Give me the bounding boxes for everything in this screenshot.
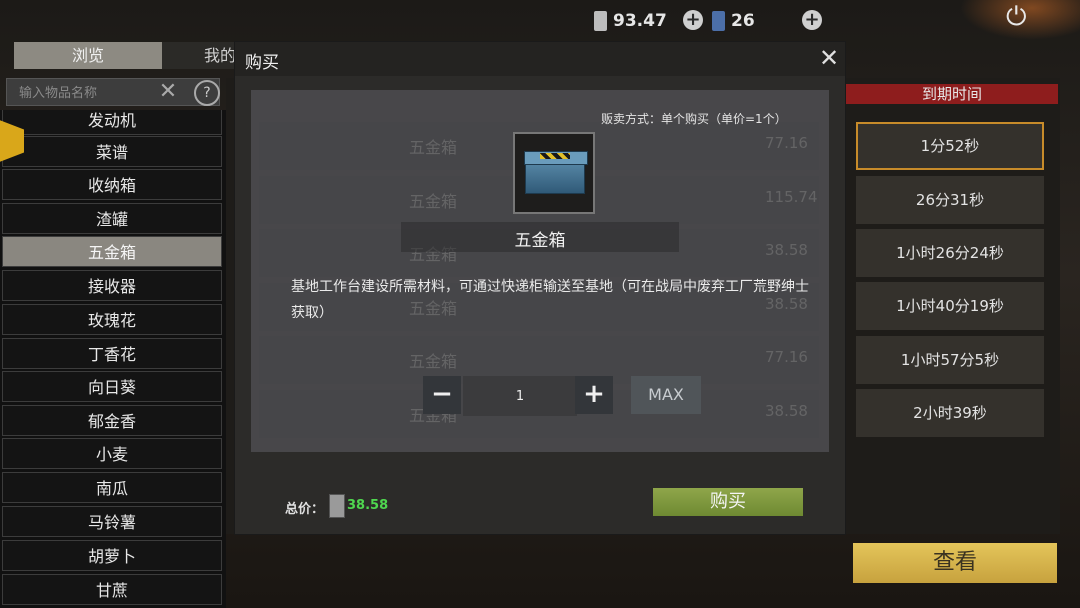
currency-1-value: 93.47: [613, 11, 667, 31]
quantity-input[interactable]: [463, 376, 577, 416]
tab-mine[interactable]: 我的: [162, 42, 242, 69]
category-item[interactable]: 丁香花: [2, 338, 222, 369]
category-item[interactable]: 马铃薯: [2, 506, 222, 537]
tab-browse[interactable]: 浏览: [14, 42, 162, 69]
column-header-expire: 到期时间: [846, 84, 1058, 104]
expire-cell[interactable]: 1小时57分5秒: [856, 336, 1044, 384]
purchase-dialog: 购买 ✕ 五金箱 77.16 五金箱 115.74 五金箱 38.58 五金箱 …: [235, 42, 845, 534]
category-item-selected[interactable]: 五金箱: [2, 236, 222, 267]
power-icon: ⏻: [1006, 2, 1027, 32]
gem-card-icon: [712, 11, 725, 31]
currency-2: 26: [712, 8, 755, 34]
decrease-quantity-button[interactable]: −: [423, 376, 461, 414]
expire-cell-selected[interactable]: 1分52秒: [856, 122, 1044, 170]
category-item[interactable]: 渣罐: [2, 203, 222, 234]
expire-cell[interactable]: 1小时26分24秒: [856, 229, 1044, 277]
category-item[interactable]: 收纳箱: [2, 169, 222, 200]
category-item[interactable]: 接收器: [2, 270, 222, 301]
category-item[interactable]: 甘蔗: [2, 574, 222, 605]
dialog-header: 购买 ✕: [235, 42, 845, 76]
max-quantity-button[interactable]: MAX: [631, 376, 701, 414]
dialog-content: 五金箱 77.16 五金箱 115.74 五金箱 38.58 五金箱 38.58…: [251, 90, 829, 452]
view-button[interactable]: 查看: [853, 543, 1057, 583]
add-currency-1-button[interactable]: +: [683, 10, 703, 30]
item-description: 基地工作台建设所需材料，可通过快递柜输送至基地（可在战局中废弃工厂荒野绅士获取）: [291, 279, 809, 321]
category-item[interactable]: 向日葵: [2, 371, 222, 402]
search-input[interactable]: [17, 83, 161, 103]
ghost-item-name: 五金箱: [409, 192, 458, 211]
money-card-icon: [594, 11, 607, 31]
expire-cell[interactable]: 2小时39秒: [856, 389, 1044, 437]
ghost-item-price: 115.74: [765, 188, 818, 206]
category-item[interactable]: 胡萝卜: [2, 540, 222, 571]
category-item[interactable]: 发动机: [2, 110, 222, 135]
total-price-value: 38.58: [347, 498, 389, 513]
increase-quantity-button[interactable]: +: [575, 376, 613, 414]
currency-1: 93.47: [594, 8, 667, 34]
top-status-bar: 93.47 + 26 + ⏻: [0, 0, 1080, 42]
ghost-item-price: 38.58: [765, 402, 808, 420]
category-item[interactable]: 小麦: [2, 438, 222, 469]
money-card-icon: [329, 494, 345, 518]
currency-2-value: 26: [731, 11, 755, 31]
power-button[interactable]: ⏻: [960, 0, 1080, 40]
add-currency-2-button[interactable]: +: [802, 10, 822, 30]
category-list: 发动机 菜谱 收纳箱 渣罐 五金箱 接收器 玫瑰花 丁香花 向日葵 郁金香 小麦…: [0, 110, 226, 608]
total-price-label: 总价：: [285, 502, 325, 517]
sale-mode-label: 贩卖方式：单个购买（单价=1个）: [601, 112, 787, 126]
ghost-item-price: 77.16: [765, 134, 808, 152]
hardware-box-icon: [524, 151, 588, 194]
expire-cell[interactable]: 1小时40分19秒: [856, 282, 1044, 330]
dialog-title: 购买: [245, 53, 279, 73]
market-screen: 93.47 + 26 + ⏻ 浏览 我的 ✕ ? 发动机 菜谱 收纳箱 渣罐 五…: [0, 0, 1080, 608]
category-item[interactable]: 南瓜: [2, 472, 222, 503]
expire-cell[interactable]: 26分31秒: [856, 176, 1044, 224]
ghost-item-price: 77.16: [765, 348, 808, 366]
ghost-item-name: 五金箱: [409, 352, 458, 371]
clear-search-icon[interactable]: ✕: [157, 79, 179, 105]
item-thumbnail: [513, 132, 595, 214]
item-name: 五金箱: [514, 231, 566, 251]
close-icon[interactable]: ✕: [819, 44, 839, 72]
buy-button[interactable]: 购买: [653, 488, 803, 516]
search-box: ✕: [6, 78, 220, 106]
category-item[interactable]: 玫瑰花: [2, 304, 222, 335]
ghost-item-name: 五金箱: [409, 138, 458, 157]
category-item[interactable]: 菜谱: [2, 136, 222, 167]
category-item[interactable]: 郁金香: [2, 405, 222, 436]
help-icon[interactable]: ?: [194, 80, 220, 106]
